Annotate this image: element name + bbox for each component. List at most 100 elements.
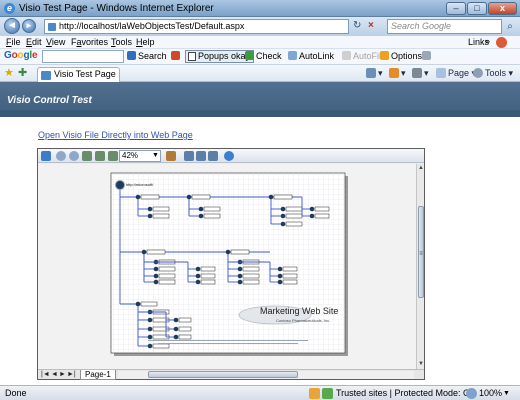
window-title-bar[interactable]: e Visio Test Page - Windows Internet Exp… bbox=[0, 0, 520, 17]
menu-edit[interactable]: Edit bbox=[26, 37, 42, 48]
scroll-down-icon[interactable]: ▼ bbox=[417, 360, 425, 368]
menu-help[interactable]: Help bbox=[136, 37, 155, 48]
zoom-actual-icon[interactable] bbox=[108, 151, 118, 161]
google-logo[interactable]: Google bbox=[4, 50, 38, 61]
home-icon[interactable]: ▾ bbox=[366, 68, 383, 79]
add-favorite-icon[interactable]: ✚ bbox=[18, 67, 27, 79]
back-button[interactable]: ◄ bbox=[4, 18, 20, 34]
first-page-icon[interactable]: |◄ bbox=[41, 370, 50, 380]
menu-view[interactable]: View bbox=[46, 37, 65, 48]
page-node-label-box bbox=[178, 334, 192, 340]
visio-control[interactable]: 42% ▼ Marketing Web Site Contoso Pharmac… bbox=[37, 148, 425, 380]
page-node-label-box bbox=[140, 301, 158, 307]
reviewing-icon[interactable] bbox=[208, 151, 218, 161]
page-menu-button[interactable]: Page ▾ bbox=[436, 68, 476, 79]
google-search-input[interactable] bbox=[42, 50, 124, 63]
tools-menu-button[interactable]: Tools ▾ bbox=[473, 68, 513, 79]
page-node-icon bbox=[268, 194, 274, 200]
page-node-label-box bbox=[200, 279, 216, 285]
search-icon[interactable]: ⌕ bbox=[503, 19, 517, 34]
search-icon bbox=[127, 51, 136, 60]
popups-button[interactable]: Popups okay bbox=[185, 50, 255, 63]
links-chevron-icon[interactable]: » bbox=[485, 36, 490, 46]
pan-zoom-icon[interactable] bbox=[41, 151, 51, 161]
vertical-scrollbar[interactable]: ▲ ≡ ▼ bbox=[416, 164, 424, 369]
menu-favorites[interactable]: Favorites bbox=[71, 37, 108, 48]
scroll-up-icon[interactable]: ▲ bbox=[417, 164, 425, 172]
page-node-icon bbox=[195, 273, 201, 279]
page-node-icon bbox=[277, 266, 283, 272]
trusted-zone-icon bbox=[322, 388, 333, 399]
pagerank-icon[interactable] bbox=[171, 51, 182, 62]
favorites-star-icon[interactable]: ★ bbox=[4, 67, 14, 79]
page-node-label-box bbox=[158, 273, 176, 279]
page-node-icon bbox=[153, 273, 159, 279]
page-node-label-box bbox=[152, 206, 170, 212]
page-node-icon bbox=[195, 266, 201, 272]
minimize-button[interactable]: – bbox=[446, 2, 466, 15]
page-node-label-box bbox=[178, 326, 192, 332]
forward-button[interactable]: ► bbox=[22, 19, 36, 33]
autofill-button[interactable]: AutoFill bbox=[342, 51, 383, 62]
zoom-in-icon[interactable] bbox=[56, 151, 66, 161]
search-input[interactable]: Search Google bbox=[387, 19, 502, 34]
popup-blocker-icon bbox=[188, 52, 196, 61]
horizontal-scroll-thumb[interactable] bbox=[148, 371, 298, 378]
info-icon[interactable] bbox=[309, 388, 320, 399]
page-node-label-box bbox=[285, 213, 303, 219]
chevron-down-icon[interactable]: ▼ bbox=[503, 388, 510, 399]
layers-icon[interactable] bbox=[166, 151, 176, 161]
pencil-icon[interactable] bbox=[422, 51, 433, 62]
url-field[interactable]: http://localhost/laWebObjectsTest/Defaul… bbox=[44, 19, 349, 34]
page-node-label-box bbox=[242, 266, 260, 272]
visio-toolbar: 42% ▼ bbox=[38, 149, 424, 163]
previous-page-icon[interactable]: ◄ bbox=[51, 370, 58, 380]
help-menu-icon[interactable] bbox=[496, 37, 507, 48]
maximize-button[interactable]: □ bbox=[467, 2, 487, 15]
page-node-icon bbox=[277, 273, 283, 279]
visio-page-bar: |◄ ◄ ► ►| Page-1 bbox=[38, 369, 424, 380]
visio-diagram: Marketing Web Site Contoso Pharmaceutica… bbox=[110, 172, 348, 356]
page-node-label-box bbox=[152, 213, 170, 219]
page-node-icon bbox=[237, 273, 243, 279]
tab-visio-test-page[interactable]: Visio Test Page bbox=[37, 67, 120, 82]
page-node-icon bbox=[141, 249, 147, 255]
page-node-icon bbox=[153, 266, 159, 272]
shape-data-icon[interactable] bbox=[184, 151, 194, 161]
open-visio-file-link[interactable]: Open Visio File Directly into Web Page bbox=[38, 130, 193, 140]
status-bar: Done Trusted sites | Protected Mode: Off… bbox=[0, 385, 520, 400]
print-icon[interactable]: ▾ bbox=[412, 68, 429, 79]
feeds-icon[interactable]: ▾ bbox=[389, 68, 406, 79]
zoom-width-icon[interactable] bbox=[82, 151, 92, 161]
page-node-icon bbox=[280, 213, 286, 219]
zoom-icon[interactable] bbox=[466, 388, 477, 399]
stop-icon[interactable]: × bbox=[368, 21, 374, 31]
page-node-icon bbox=[147, 343, 153, 349]
spell-check-button[interactable]: Check bbox=[245, 51, 282, 62]
menu-file[interactable]: File bbox=[6, 37, 21, 48]
options-button[interactable]: Options bbox=[380, 51, 422, 62]
zoom-level[interactable]: 100% bbox=[479, 388, 502, 399]
chevron-down-icon[interactable]: ▼ bbox=[152, 151, 159, 161]
security-zone-text[interactable]: Trusted sites | Protected Mode: Off bbox=[336, 388, 475, 399]
page-node-label-box bbox=[200, 266, 216, 272]
page-node-label-box bbox=[178, 317, 192, 323]
close-button[interactable]: x bbox=[488, 2, 517, 15]
help-icon[interactable] bbox=[224, 151, 234, 161]
google-search-button[interactable]: Search bbox=[127, 51, 167, 62]
page-content: Visio Control Test Open Visio File Direc… bbox=[0, 82, 520, 385]
visio-drawing-canvas[interactable]: Marketing Web Site Contoso Pharmaceutica… bbox=[38, 164, 416, 369]
autolink-button[interactable]: AutoLink bbox=[288, 51, 334, 62]
zoom-page-icon[interactable] bbox=[95, 151, 105, 161]
page-node-label-box bbox=[230, 249, 250, 255]
next-page-icon[interactable]: ► bbox=[59, 370, 66, 380]
page-node-label-box bbox=[282, 273, 298, 279]
zoom-out-icon[interactable] bbox=[69, 151, 79, 161]
page-tab-page-1[interactable]: Page-1 bbox=[80, 370, 116, 380]
markup-icon[interactable] bbox=[196, 151, 206, 161]
refresh-icon[interactable]: ↻ bbox=[353, 21, 361, 31]
last-page-icon[interactable]: ►| bbox=[67, 370, 76, 380]
menu-tools[interactable]: Tools bbox=[111, 37, 132, 48]
menu-bar: File Edit View Favorites Tools Help Link… bbox=[0, 36, 520, 49]
page-node-icon bbox=[309, 206, 315, 212]
